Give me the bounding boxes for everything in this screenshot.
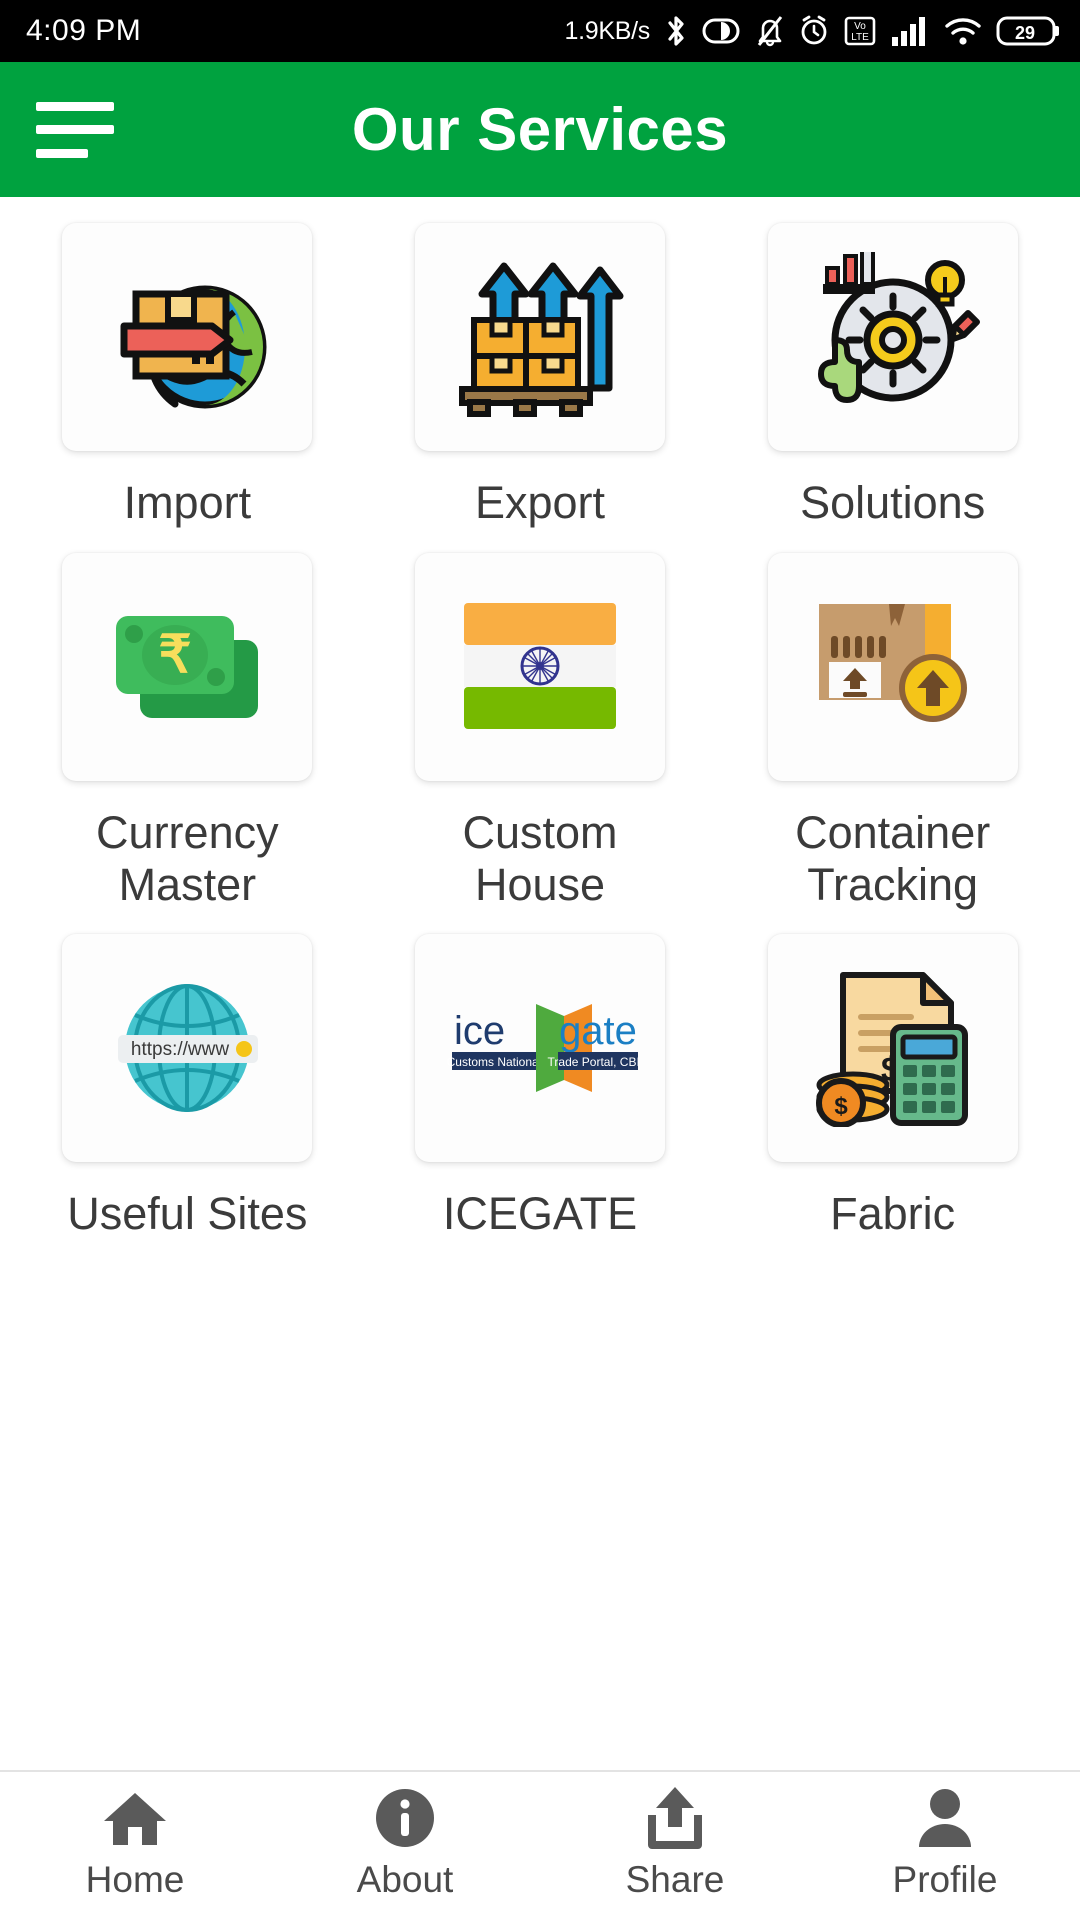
service-card-solutions[interactable] bbox=[767, 223, 1018, 451]
mute-icon bbox=[755, 14, 785, 48]
service-card-useful-sites[interactable]: https://www bbox=[62, 934, 313, 1163]
wifi-icon bbox=[943, 15, 983, 47]
service-cell-container-tracking: Container Tracking bbox=[727, 552, 1058, 935]
service-label: Export bbox=[474, 477, 606, 528]
status-bar-time: 4:09 PM bbox=[26, 14, 142, 47]
india-flag-icon bbox=[463, 602, 616, 729]
nav-item-home[interactable]: Home bbox=[0, 1783, 270, 1901]
nav-label: About bbox=[356, 1859, 454, 1900]
svg-text:₹: ₹ bbox=[158, 626, 191, 684]
globe-package-icon bbox=[120, 285, 267, 409]
icegate-logo-icon: ice Customs National gate Trade Portal, … bbox=[447, 1004, 640, 1093]
parcel-arrow-icon bbox=[819, 603, 968, 722]
services-grid: Import Export Solutions ₹ Currency Maste… bbox=[0, 223, 1080, 1264]
service-card-fabric[interactable]: $ $ bbox=[767, 934, 1018, 1163]
nav-item-profile[interactable]: Profile bbox=[810, 1783, 1080, 1901]
hamburger-menu-icon[interactable] bbox=[36, 101, 114, 158]
gear-chart-bulb-icon bbox=[818, 252, 981, 403]
svg-text:$: $ bbox=[834, 1093, 848, 1120]
service-cell-icegate: ice Customs National gate Trade Portal, … bbox=[375, 934, 706, 1264]
service-label: Container Tracking bbox=[795, 806, 991, 910]
rupee-banknotes-icon: ₹ bbox=[115, 615, 258, 718]
nav-label: Home bbox=[85, 1859, 185, 1900]
globe-url-icon: https://www bbox=[118, 984, 259, 1113]
bluetooth-icon bbox=[663, 14, 689, 48]
icegate-subtitle-right: Trade Portal, CBIC bbox=[548, 1055, 640, 1069]
service-label: Import bbox=[123, 477, 252, 528]
service-cell-import: Import bbox=[22, 223, 353, 553]
service-label: Useful Sites bbox=[67, 1188, 308, 1240]
nav-label: Profile bbox=[892, 1859, 998, 1900]
service-label: Currency Master bbox=[96, 806, 279, 910]
signal-icon bbox=[890, 15, 930, 47]
network-speed-text: 1.9KB/s bbox=[564, 16, 651, 45]
invoice-calculator-icon: $ $ bbox=[816, 972, 969, 1128]
service-card-currency-master[interactable]: ₹ bbox=[62, 552, 313, 781]
service-cell-export: Export bbox=[375, 223, 706, 553]
service-card-icegate[interactable]: ice Customs National gate Trade Portal, … bbox=[414, 934, 665, 1163]
person-icon bbox=[916, 1783, 974, 1849]
home-icon bbox=[100, 1783, 170, 1849]
icegate-text-left: ice bbox=[454, 1009, 505, 1053]
app-screen: 4:09 PM 1.9KB/s Vo LTE 29 Our Services I… bbox=[0, 0, 1080, 1920]
status-bar-icons: 1.9KB/s Vo LTE 29 bbox=[565, 14, 1062, 48]
nav-item-about[interactable]: About bbox=[270, 1783, 540, 1901]
nav-label: Share bbox=[625, 1859, 725, 1900]
service-cell-fabric: $ $ bbox=[727, 934, 1058, 1264]
service-card-import[interactable] bbox=[62, 223, 313, 451]
page-title: Our Services bbox=[351, 96, 729, 163]
app-bar: Our Services bbox=[0, 62, 1080, 197]
info-icon bbox=[374, 1783, 436, 1849]
icegate-text-right: gate bbox=[559, 1009, 637, 1053]
battery-icon: 29 bbox=[996, 14, 1062, 48]
alarm-icon bbox=[798, 14, 830, 48]
service-label: Custom House bbox=[462, 806, 618, 910]
services-content: Import Export Solutions ₹ Currency Maste… bbox=[0, 197, 1080, 1770]
svg-text:LTE: LTE bbox=[851, 32, 869, 43]
service-card-custom-house[interactable] bbox=[414, 552, 665, 781]
service-cell-useful-sites: https://www Useful Sites bbox=[22, 934, 353, 1264]
service-cell-custom-house: Custom House bbox=[375, 552, 706, 935]
service-label: Solutions bbox=[800, 477, 986, 528]
nav-item-share[interactable]: Share bbox=[540, 1783, 810, 1901]
pallet-arrows-icon bbox=[459, 262, 624, 417]
service-label: ICEGATE bbox=[442, 1188, 638, 1240]
service-label: Fabric bbox=[830, 1188, 956, 1240]
service-cell-solutions: Solutions bbox=[727, 223, 1058, 553]
volte-icon: Vo LTE bbox=[843, 14, 877, 48]
svg-text:Vo: Vo bbox=[854, 21, 866, 32]
service-cell-currency-master: ₹ Currency Master bbox=[22, 552, 353, 935]
bottom-navigation-bar: Home About Share Profile bbox=[0, 1770, 1080, 1920]
status-bar: 4:09 PM 1.9KB/s Vo LTE 29 bbox=[0, 0, 1080, 62]
service-card-export[interactable] bbox=[414, 223, 665, 451]
share-icon bbox=[644, 1783, 706, 1849]
battery-saver-icon bbox=[702, 16, 742, 46]
url-text: https://www bbox=[131, 1039, 229, 1060]
icegate-subtitle-left: Customs National bbox=[447, 1055, 542, 1069]
service-card-container-tracking[interactable] bbox=[767, 552, 1018, 781]
battery-level-text: 29 bbox=[1015, 23, 1035, 43]
